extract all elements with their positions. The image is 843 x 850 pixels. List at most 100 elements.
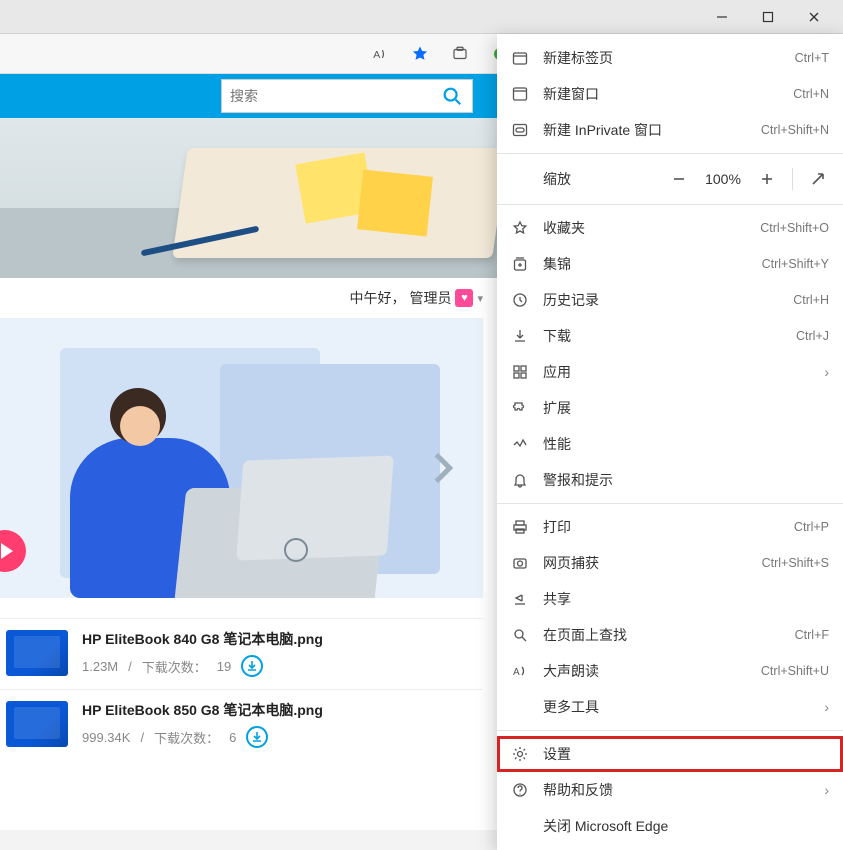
menu-performance[interactable]: 性能 (497, 426, 843, 462)
menu-shortcut: Ctrl+N (793, 87, 829, 101)
menu-more-tools[interactable]: 更多工具 › (497, 689, 843, 725)
find-icon (511, 627, 529, 643)
file-item[interactable]: HP EliteBook 850 G8 笔记本电脑.png 999.34K / … (0, 689, 483, 760)
menu-label: 性能 (543, 434, 571, 454)
menu-alerts[interactable]: 警报和提示 (497, 462, 843, 498)
carousel-next-button[interactable] (423, 448, 463, 493)
file-size: 1.23M (82, 659, 118, 674)
menu-shortcut: Ctrl+F (795, 628, 829, 642)
menu-label: 设置 (543, 744, 571, 764)
apps-icon (511, 364, 529, 380)
search-input[interactable] (222, 88, 432, 104)
menu-new-tab[interactable]: 新建标签页 Ctrl+T (497, 40, 843, 76)
file-name: HP EliteBook 850 G8 笔记本电脑.png (82, 700, 475, 720)
menu-find-on-page[interactable]: 在页面上查找 Ctrl+F (497, 617, 843, 653)
menu-shortcut: Ctrl+Shift+U (761, 664, 829, 678)
play-icon[interactable] (0, 530, 26, 572)
file-list: HP EliteBook 840 G8 笔记本电脑.png 1.23M / 下载… (0, 618, 483, 760)
menu-collections[interactable]: 集锦 Ctrl+Shift+Y (497, 246, 843, 282)
extension-1-icon[interactable] (441, 37, 479, 71)
heart-icon[interactable]: ♥ (455, 289, 473, 307)
menu-shortcut: Ctrl+Shift+O (760, 221, 829, 235)
maximize-button[interactable] (745, 2, 791, 32)
file-downloads-label: 下载次数： (142, 657, 207, 676)
greeting-text: 中午好， (349, 288, 405, 308)
menu-downloads[interactable]: 下载 Ctrl+J (497, 318, 843, 354)
menu-label: 集锦 (543, 254, 571, 274)
menu-label: 新建窗口 (543, 84, 599, 104)
zoom-in-button[interactable] (752, 164, 782, 194)
download-menu-icon (511, 328, 529, 344)
menu-zoom-row: 缩放 100% (497, 159, 843, 199)
close-window-button[interactable] (791, 2, 837, 32)
menu-label: 应用 (543, 362, 571, 382)
menu-label: 打印 (543, 517, 571, 537)
menu-new-window[interactable]: 新建窗口 Ctrl+N (497, 76, 843, 112)
read-aloud-menu-icon: A (511, 663, 529, 679)
svg-text:A: A (373, 48, 380, 60)
menu-shortcut: Ctrl+H (793, 293, 829, 307)
menu-shortcut: Ctrl+T (795, 51, 829, 65)
puzzle-icon (511, 400, 529, 416)
menu-apps[interactable]: 应用 › (497, 354, 843, 390)
file-downloads-count: 19 (217, 659, 231, 674)
menu-favorites[interactable]: 收藏夹 Ctrl+Shift+O (497, 210, 843, 246)
menu-shortcut: Ctrl+J (796, 329, 829, 343)
file-size: 999.34K (82, 730, 130, 745)
menu-label: 共享 (543, 589, 571, 609)
read-aloud-icon[interactable]: A (361, 37, 399, 71)
menu-print[interactable]: 打印 Ctrl+P (497, 509, 843, 545)
search-button[interactable] (432, 80, 472, 112)
menu-label: 关闭 Microsoft Edge (543, 816, 668, 836)
file-downloads-label: 下载次数： (154, 728, 219, 747)
menu-history[interactable]: 历史记录 Ctrl+H (497, 282, 843, 318)
menu-share[interactable]: 共享 (497, 581, 843, 617)
menu-web-capture[interactable]: 网页捕获 Ctrl+Shift+S (497, 545, 843, 581)
menu-label: 扩展 (543, 398, 571, 418)
minimize-button[interactable] (699, 2, 745, 32)
svg-text:A: A (513, 667, 520, 678)
print-icon (511, 519, 529, 535)
bell-icon (511, 472, 529, 488)
greeting-role: 管理员 (409, 288, 451, 308)
gear-icon (511, 746, 529, 762)
star-icon (511, 220, 529, 236)
chevron-right-icon: › (824, 782, 829, 798)
download-icon[interactable] (241, 655, 263, 677)
file-thumbnail (6, 701, 68, 747)
search-box[interactable] (221, 79, 473, 113)
file-thumbnail (6, 630, 68, 676)
chevron-down-icon[interactable]: ▾ (477, 292, 483, 305)
file-name: HP EliteBook 840 G8 笔记本电脑.png (82, 629, 475, 649)
zoom-label: 缩放 (543, 169, 571, 189)
favorite-star-icon[interactable] (401, 37, 439, 71)
new-tab-icon (511, 50, 529, 66)
menu-extensions[interactable]: 扩展 (497, 390, 843, 426)
zoom-value: 100% (700, 171, 746, 187)
menu-label: 更多工具 (543, 697, 599, 717)
download-icon[interactable] (246, 726, 268, 748)
zoom-out-button[interactable] (664, 164, 694, 194)
capture-icon (511, 555, 529, 571)
menu-settings[interactable]: 设置 (497, 736, 843, 772)
help-icon (511, 782, 529, 798)
menu-label: 在页面上查找 (543, 625, 627, 645)
fullscreen-button[interactable] (803, 164, 833, 194)
menu-new-inprivate[interactable]: 新建 InPrivate 窗口 Ctrl+Shift+N (497, 112, 843, 148)
menu-shortcut: Ctrl+Shift+S (762, 556, 829, 570)
menu-label: 帮助和反馈 (543, 780, 613, 800)
menu-shortcut: Ctrl+P (794, 520, 829, 534)
menu-read-aloud[interactable]: A 大声朗读 Ctrl+Shift+U (497, 653, 843, 689)
inprivate-icon (511, 122, 529, 138)
share-icon (511, 591, 529, 607)
carousel-slide (0, 318, 483, 598)
menu-shortcut: Ctrl+Shift+Y (762, 257, 829, 271)
menu-shortcut: Ctrl+Shift+N (761, 123, 829, 137)
menu-help[interactable]: 帮助和反馈 › (497, 772, 843, 808)
browser-more-menu: 新建标签页 Ctrl+T 新建窗口 Ctrl+N 新建 InPrivate 窗口… (497, 34, 843, 850)
menu-label: 下载 (543, 326, 571, 346)
menu-label: 收藏夹 (543, 218, 585, 238)
menu-close-edge[interactable]: 关闭 Microsoft Edge (497, 808, 843, 844)
file-item[interactable]: HP EliteBook 840 G8 笔记本电脑.png 1.23M / 下载… (0, 618, 483, 689)
collections-icon (511, 256, 529, 272)
